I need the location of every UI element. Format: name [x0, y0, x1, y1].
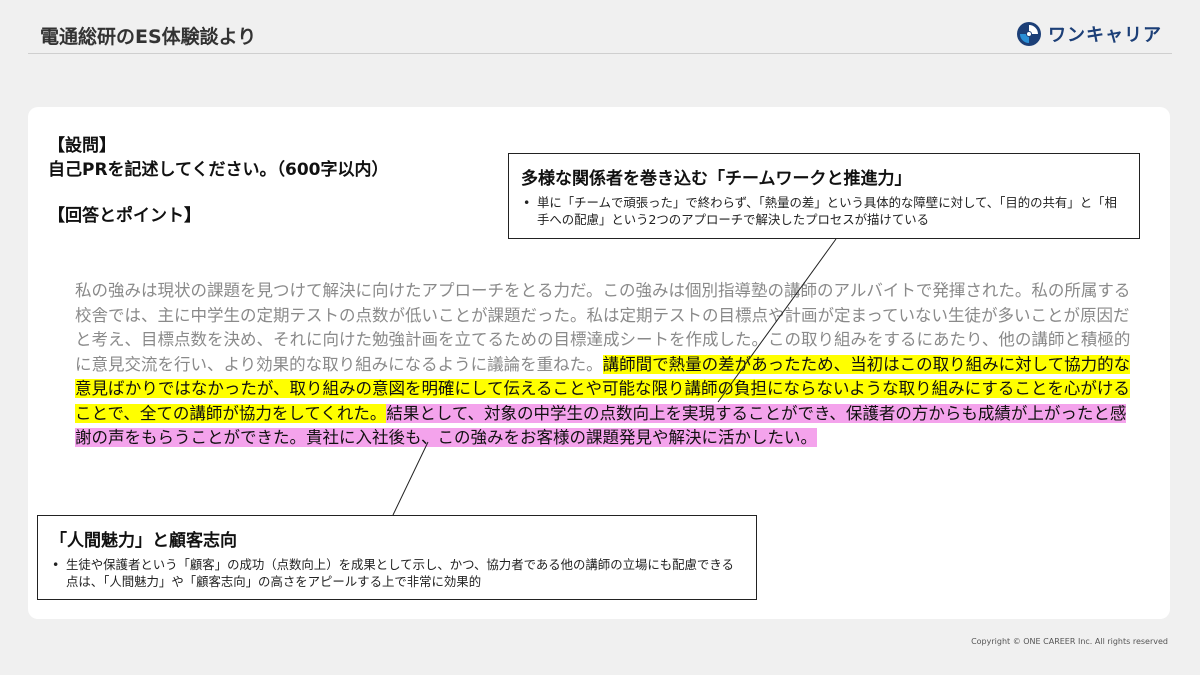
answer-label: 【回答とポイント】: [48, 206, 201, 226]
callout-top-title: 多様な関係者を巻き込む「チームワークと推進力」: [521, 169, 912, 189]
callout-bottom: 「人間魅力」と顧客志向 • 生徒や保護者という「顧客」の成功（点数向上）を成果と…: [37, 515, 757, 600]
onecareer-swirl-icon: [1017, 22, 1041, 46]
callout-top-body: • 単に「チームで頑張った」で終わらず、「熱量の差」という具体的な障壁に対して、…: [521, 194, 1127, 228]
header-divider: [28, 53, 1172, 54]
header-title: 電通総研のES体験談より: [40, 26, 257, 48]
logo-text: ワンキャリア: [1048, 25, 1162, 46]
callout-bottom-body: • 生徒や保護者という「顧客」の成功（点数向上）を成果として示し、かつ、協力者で…: [50, 556, 744, 590]
question-text: 自己PRを記述してください。（600字以内）: [48, 160, 389, 180]
answer-text: 私の強みは現状の課題を見つけて解決に向けたアプローチをとる力だ。この強みは個別指…: [75, 279, 1140, 451]
bullet-icon: •: [523, 195, 531, 210]
question-label: 【設問】: [48, 136, 116, 156]
callout-top: 多様な関係者を巻き込む「チームワークと推進力」 • 単に「チームで頑張った」で終…: [508, 153, 1140, 239]
callout-bottom-title: 「人間魅力」と顧客志向: [50, 531, 237, 551]
callout-top-text: 単に「チームで頑張った」で終わらず、「熱量の差」という具体的な障壁に対して、「目…: [537, 195, 1117, 227]
copyright: Copyright © ONE CAREER Inc. All rights r…: [971, 637, 1168, 646]
bullet-icon: •: [52, 557, 60, 572]
callout-bottom-text: 生徒や保護者という「顧客」の成功（点数向上）を成果として示し、かつ、協力者である…: [66, 557, 734, 589]
logo[interactable]: ワンキャリア: [1016, 21, 1162, 47]
